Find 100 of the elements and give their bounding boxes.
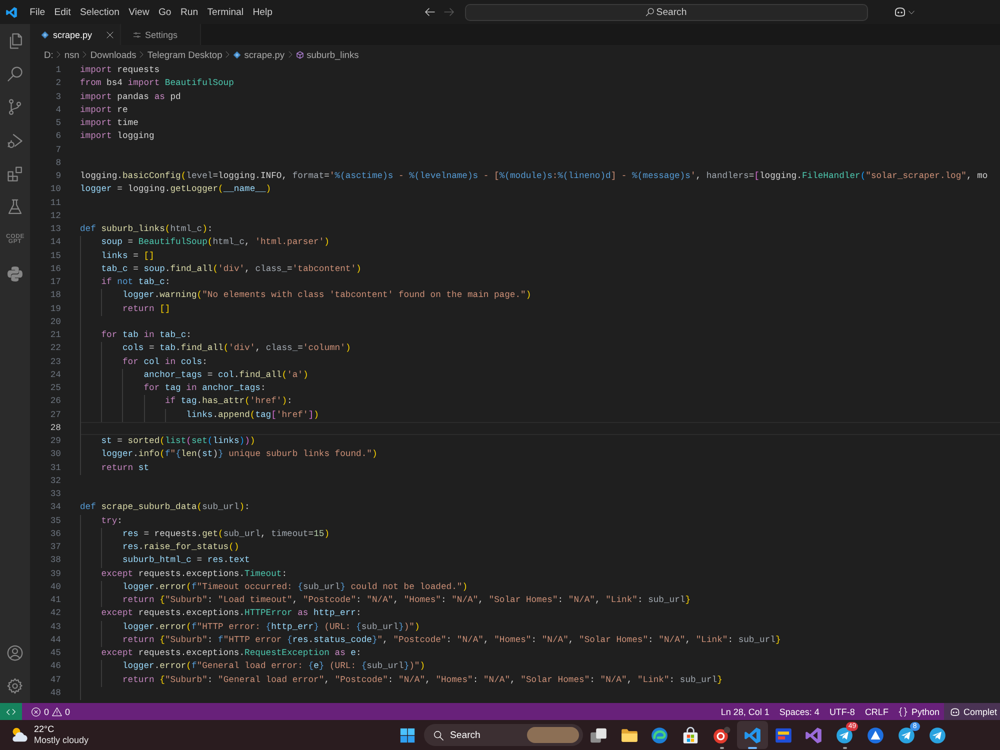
robot-face-icon[interactable] (894, 6, 906, 18)
paper-plane-icon[interactable] (928, 726, 947, 744)
status-item[interactable]: CRLF (860, 703, 894, 720)
code-line: tab_c = soup.find_all('div', class_='tabcontent') (101, 262, 362, 276)
line-number: 26 (49, 395, 61, 408)
breadcrumb-item[interactable]: nsn (64, 50, 80, 60)
search-field[interactable]: Search (465, 4, 868, 20)
round-app-icon[interactable] (712, 726, 732, 744)
breadcrumb-item[interactable]: scrape.py (233, 50, 285, 60)
line-number: 18 (49, 289, 61, 302)
status-item[interactable]: Complet (944, 703, 1000, 720)
menu-item[interactable]: View (124, 4, 154, 20)
code-line: return {"Suburb": f"HTTP error {res.status_code}", "Postcode": "N/A", "Homes": "N/A", "Solar Homes": "N/A", "Link": sub_url} (122, 634, 781, 647)
code-logo-icon[interactable] (742, 726, 762, 744)
chevron-right-icon (55, 51, 62, 58)
code-line: anchor_tags = col.find_all('a') (144, 368, 308, 382)
menu-item[interactable]: Run (176, 4, 203, 20)
line-number: 16 (49, 262, 61, 276)
arrow-left-icon[interactable] (424, 6, 436, 18)
breadcrumb-item[interactable]: D: (44, 50, 54, 60)
editor-tab[interactable]: scrape.py (30, 24, 122, 45)
line-number: 23 (49, 356, 61, 368)
square-app-icon[interactable] (774, 726, 793, 744)
python-logo-icon[interactable] (6, 264, 24, 283)
play-bug-icon[interactable] (6, 132, 24, 150)
language-mode[interactable]: Python (893, 703, 944, 720)
close-icon[interactable] (106, 30, 114, 38)
code-line: for col in cols: (122, 356, 208, 368)
line-number: 32 (49, 474, 61, 488)
line-number: 3 (54, 90, 61, 104)
line-number: 14 (49, 236, 61, 250)
python-file-icon (41, 30, 49, 38)
branch-icon[interactable] (6, 98, 24, 116)
status-item[interactable]: Ln 28, Col 1 (716, 703, 774, 720)
braces-icon (898, 706, 908, 716)
code-line: import re (80, 104, 128, 117)
photo-placeholder (527, 727, 579, 743)
line-number: 37 (49, 541, 61, 554)
warning-icon (52, 706, 62, 716)
search-icon[interactable] (6, 64, 24, 83)
swirl-icon[interactable] (650, 726, 670, 744)
code-line: for tab in tab_c: (101, 329, 192, 342)
cube-icon (296, 50, 304, 58)
code-line: return [] (122, 302, 170, 316)
line-number: 20 (49, 316, 61, 329)
line-number: 4 (54, 104, 61, 117)
line-number: 13 (49, 223, 61, 236)
chevron-right-icon (224, 51, 232, 58)
triangle-logo-icon[interactable] (866, 726, 886, 744)
code-line: except requests.exceptions.RequestException as e: (101, 647, 362, 660)
line-number: 33 (49, 488, 61, 501)
ribbon-logo-icon[interactable] (804, 726, 824, 744)
code-line: from bs4 import BeautifulSoup (80, 77, 234, 90)
line-number: 36 (49, 528, 61, 541)
breadcrumb-item[interactable]: suburb_links (296, 50, 359, 60)
account-icon[interactable] (6, 644, 24, 662)
chevron-right-icon (81, 51, 88, 58)
flask-icon[interactable] (6, 198, 24, 216)
blocks-icon[interactable] (6, 164, 24, 183)
code-line: except requests.exceptions.Timeout: (101, 568, 287, 580)
code-line: def scrape_suburb_data(sub_url): (80, 501, 250, 514)
code-line: import logging (80, 130, 154, 144)
line-number: 15 (49, 250, 61, 262)
breadcrumb-item[interactable]: Downloads (90, 50, 136, 60)
chevron-right-icon (286, 51, 294, 58)
code-line: st = sorted(list(set(links))) (101, 435, 256, 448)
line-number: 22 (49, 342, 61, 356)
code-line: res.raise_for_status() (122, 541, 240, 554)
menu-item[interactable]: Terminal (202, 4, 248, 20)
code-line: links.append(tag['href']) (186, 408, 319, 422)
code-line: try: (101, 514, 122, 528)
menu-item[interactable]: Go (154, 4, 176, 20)
line-number: 47 (49, 674, 61, 686)
line-number: 35 (49, 514, 61, 528)
problems-button[interactable]: 0 0 (26, 703, 76, 720)
chevron-down-icon[interactable] (908, 8, 915, 16)
settings-icon[interactable] (6, 677, 24, 696)
start-menu-icon[interactable] (398, 726, 416, 744)
chevron-right-icon (138, 51, 146, 58)
code-line: return {"Suburb": "Load timeout", "Postcode": "N/A", "Homes": "N/A", "Solar Homes": "N/A", "Link": sub_url} (122, 594, 691, 607)
menu-item[interactable]: Edit (50, 4, 76, 20)
remote-button[interactable] (0, 703, 22, 720)
code-line: if tag.has_attr('href'): (164, 395, 292, 408)
status-item[interactable]: UTF-8 (824, 703, 860, 720)
line-number: 41 (49, 594, 61, 607)
menu-item[interactable]: File (25, 4, 50, 20)
temperature-text: 22°C (34, 724, 56, 735)
taskbar-app-button[interactable] (736, 721, 768, 749)
breadcrumb-item[interactable]: Telegram Desktop (147, 50, 222, 60)
shopping-bag-icon[interactable] (681, 726, 700, 744)
code-line: return st (101, 462, 149, 474)
line-number: 42 (49, 607, 61, 620)
line-number: 7 (54, 144, 61, 156)
menu-item[interactable]: Help (248, 4, 278, 20)
overlapping-squares-icon[interactable] (588, 726, 608, 744)
line-number: 8 (54, 156, 61, 170)
editor-tab[interactable]: Settings (121, 24, 201, 45)
menu-item[interactable]: Selection (75, 4, 124, 20)
line-number: 38 (49, 554, 61, 568)
status-item[interactable]: Spaces: 4 (774, 703, 824, 720)
